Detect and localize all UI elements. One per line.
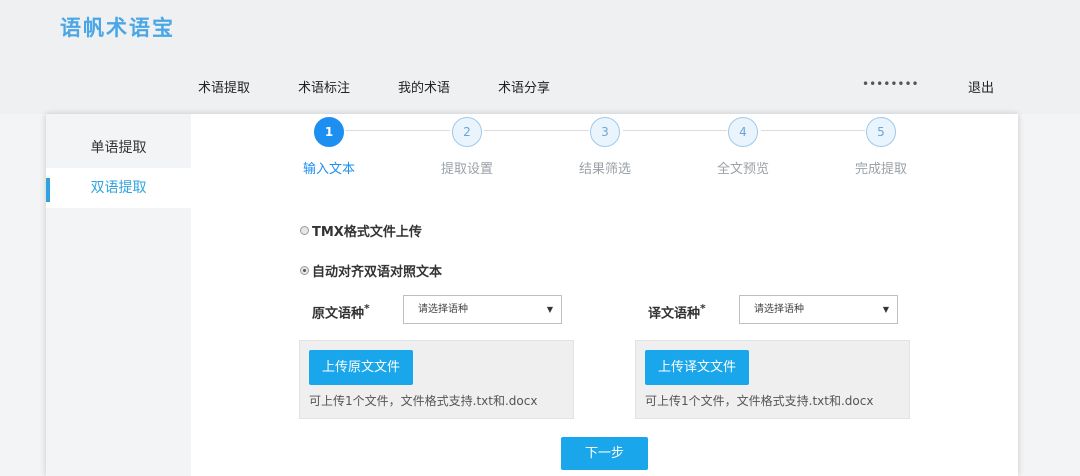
option-align-label: 自动对齐双语对照文本 (312, 265, 443, 280)
source-language-label: 原文语种* (312, 302, 370, 321)
source-upload-hint: 可上传1个文件，文件格式支持.txt和.docx (309, 394, 538, 408)
required-mark: * (700, 302, 706, 315)
sidebar-item-monolingual[interactable]: 单语提取 (46, 128, 191, 168)
upload-source-button[interactable]: 上传原文文件 (309, 350, 413, 385)
radio-unchecked-icon[interactable] (300, 226, 309, 235)
step-4-label: 全文预览 (716, 162, 769, 177)
page-gutter-right (1018, 114, 1080, 476)
target-language-select[interactable]: 请选择语种 ▼ (739, 295, 898, 324)
step-3-label: 结果筛选 (578, 162, 631, 177)
step-connector (345, 130, 450, 131)
sidebar-item-bilingual[interactable]: 双语提取 (46, 168, 191, 208)
step-connector (623, 130, 727, 131)
step-connector (484, 130, 589, 131)
app-logo[interactable]: 语帆术语宝 (60, 12, 175, 42)
sidebar-item-label: 双语提取 (90, 180, 147, 196)
source-language-value: 请选择语种 (418, 304, 468, 315)
step-5-circle: 5 (866, 117, 896, 147)
step-3-circle: 3 (590, 117, 620, 147)
sidebar-item-label: 单语提取 (90, 140, 147, 156)
active-indicator (46, 178, 50, 202)
dropdown-arrow-icon: ▼ (546, 305, 553, 314)
top-header: 语帆术语宝 术语提取 术语标注 我的术语 术语分享 •••••••• 退出 (0, 0, 1080, 114)
next-step-button[interactable]: 下一步 (561, 437, 648, 470)
page-gutter-left (0, 114, 46, 476)
logout-link[interactable]: 退出 (968, 77, 994, 96)
dropdown-arrow-icon: ▼ (882, 305, 889, 314)
step-2-label: 提取设置 (440, 162, 493, 177)
source-language-text: 原文语种 (312, 306, 365, 322)
option-auto-align[interactable]: 自动对齐双语对照文本 (300, 261, 442, 280)
target-language-text: 译文语种 (648, 306, 701, 322)
step-2-circle: 2 (452, 117, 482, 147)
step-4-circle: 4 (728, 117, 758, 147)
nav-item-term-share[interactable]: 术语分享 (498, 77, 550, 96)
required-mark: * (364, 302, 370, 315)
target-language-label: 译文语种* (648, 302, 706, 321)
source-upload-area: 上传原文文件 可上传1个文件，文件格式支持.txt和.docx (299, 340, 574, 419)
option-tmx-label: TMX格式文件上传 (312, 225, 422, 240)
nav-item-term-extraction[interactable]: 术语提取 (198, 77, 250, 96)
user-name[interactable]: •••••••• (862, 77, 919, 91)
target-language-value: 请选择语种 (754, 304, 804, 315)
nav-item-term-annotation[interactable]: 术语标注 (298, 77, 350, 96)
target-upload-hint: 可上传1个文件，文件格式支持.txt和.docx (645, 394, 874, 408)
target-upload-area: 上传译文文件 可上传1个文件，文件格式支持.txt和.docx (635, 340, 910, 419)
step-5-label: 完成提取 (854, 162, 907, 177)
option-tmx-upload[interactable]: TMX格式文件上传 (300, 221, 422, 240)
source-language-select[interactable]: 请选择语种 ▼ (403, 295, 562, 324)
sidebar: 单语提取 双语提取 (46, 114, 191, 476)
radio-checked-icon[interactable] (300, 266, 309, 275)
step-connector (761, 130, 865, 131)
step-1-circle: 1 (314, 117, 344, 147)
upload-target-button[interactable]: 上传译文文件 (645, 350, 749, 385)
step-1-label: 输入文本 (302, 162, 355, 177)
nav-item-my-terms[interactable]: 我的术语 (398, 77, 450, 96)
